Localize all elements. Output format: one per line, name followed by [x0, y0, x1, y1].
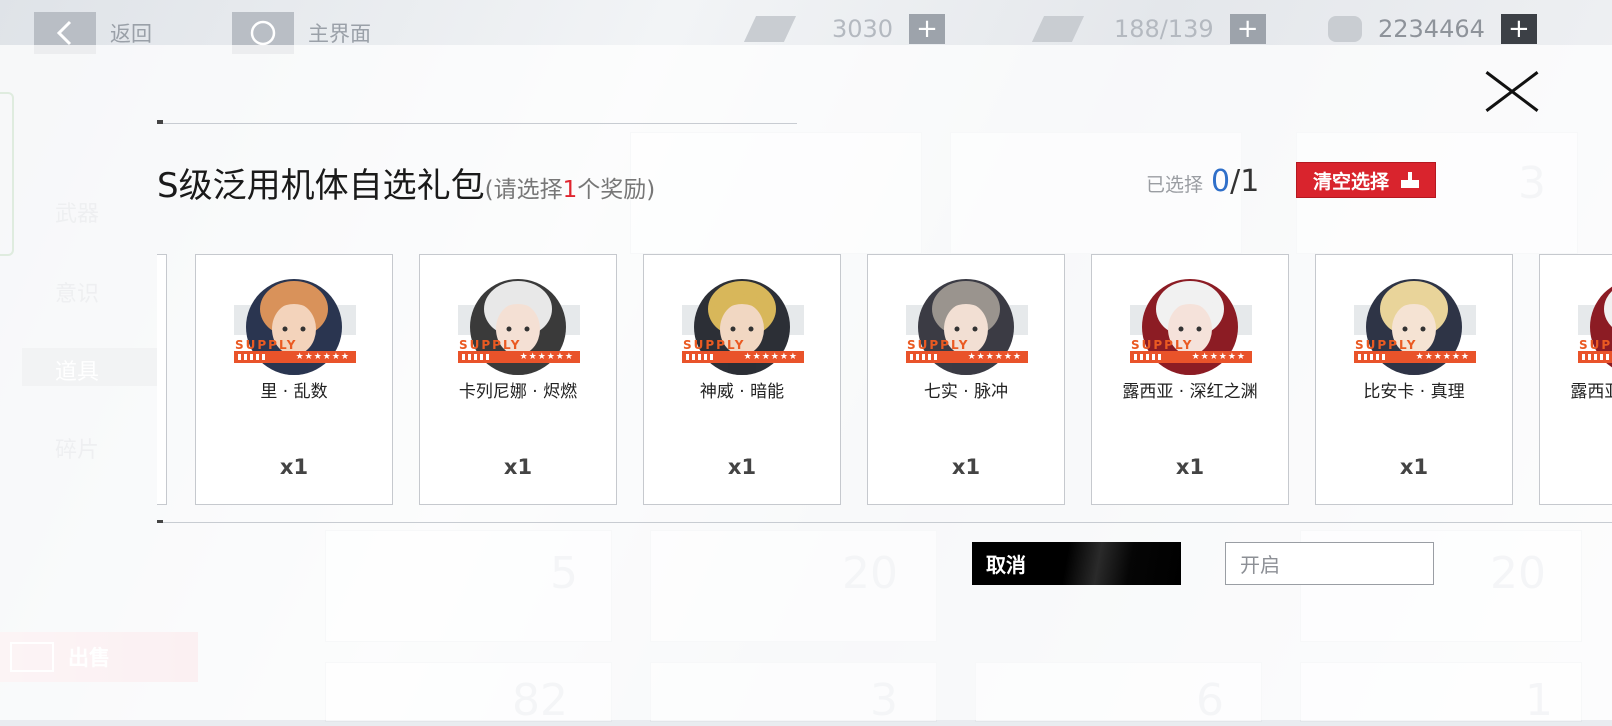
back-label: 返回	[110, 22, 152, 46]
divider-marker	[157, 520, 163, 523]
reward-card[interactable]: SUPPLY★★★★★★ 露西亚 · 深红之渊 x1	[1539, 254, 1612, 505]
rarity-stars: ★★★★★★	[906, 351, 1028, 363]
divider	[157, 123, 797, 124]
supply-label: SUPPLY	[683, 338, 746, 352]
resource-stamina: 188/139 +	[1031, 14, 1266, 44]
reward-card[interactable]: SUPPLY ★★★★★★ 比安卡 · 真理 x1	[1315, 254, 1513, 505]
resource-value: 3030	[832, 15, 894, 43]
reward-list: SUPPLY ★★★★★★ 里 · 乱数 x1 SUPPLY ★★★★★★ 卡列尼娜 · 烬…	[157, 254, 1612, 507]
supply-label: SUPPLY	[1355, 338, 1418, 352]
add-coin-button[interactable]: +	[1500, 14, 1537, 44]
selected-count: 0	[1211, 164, 1231, 199]
reward-quantity: x1	[1399, 455, 1429, 479]
dialog-subtitle: (请选择1个奖励)	[485, 177, 656, 203]
divider	[157, 522, 1612, 523]
subtitle-suffix: 个奖励)	[577, 177, 656, 203]
character-name: 神威 · 暗能	[699, 382, 785, 402]
selected-total: /1	[1230, 164, 1260, 199]
supply-label: SUPPLY	[1131, 338, 1194, 352]
close-icon[interactable]	[1482, 68, 1542, 114]
supply-label: SUPPLY	[907, 338, 970, 352]
reward-quantity: x1	[279, 455, 309, 479]
dialog-title: S级泛用机体自选礼包(请选择1个奖励)	[157, 158, 655, 207]
supply-label: SUPPLY	[1579, 338, 1612, 352]
reward-card[interactable]: SUPPLY ★★★★★★ 卡列尼娜 · 烬燃 x1	[419, 254, 617, 505]
subtitle-count: 1	[562, 177, 578, 203]
stamina-icon	[1031, 16, 1085, 42]
character-name: 比安卡 · 真理	[1363, 382, 1465, 402]
character-name: 七实 · 脉冲	[923, 382, 1009, 402]
reward-card[interactable]: SUPPLY ★★★★★★ 里 · 乱数 x1	[195, 254, 393, 505]
supply-label: SUPPLY	[459, 338, 522, 352]
character-name: 卡列尼娜 · 烬燃	[458, 382, 578, 402]
rarity-stars: ★★★★★★	[234, 351, 356, 363]
rarity-stars: ★★★★★★	[1354, 351, 1476, 363]
resource-card-ticket: 3030 +	[743, 14, 946, 44]
character-name: 里 · 乱数	[260, 382, 328, 402]
subtitle-prefix: (请选择	[484, 177, 563, 203]
home-label: 主界面	[308, 22, 371, 46]
reward-quantity: x1	[727, 455, 757, 479]
reward-quantity: x1	[503, 455, 533, 479]
rarity-stars: ★★★★★★	[1578, 351, 1612, 363]
resource-value: 188/139	[1114, 15, 1214, 43]
reward-card[interactable]: SUPPLY ★★★★★★ 神威 · 暗能 x1	[643, 254, 841, 505]
coin-icon	[1328, 16, 1362, 42]
rarity-stars: ★★★★★★	[458, 351, 580, 363]
clear-selection-button[interactable]: 清空选择	[1296, 162, 1436, 198]
reward-card[interactable]: SUPPLY★★★★★★ 露西亚 · 深红之渊 x1	[1091, 254, 1289, 505]
card-ticket-icon	[743, 16, 797, 42]
divider-marker	[157, 120, 163, 124]
supply-label: SUPPLY	[235, 338, 298, 352]
rarity-stars: ★★★★★★	[682, 351, 804, 363]
open-button[interactable]: 开启	[1225, 542, 1434, 585]
add-stamina-button[interactable]: +	[1229, 14, 1266, 44]
add-card-ticket-button[interactable]: +	[909, 14, 946, 44]
reward-card-partial[interactable]	[157, 254, 167, 505]
cancel-button[interactable]: 取消	[972, 542, 1181, 585]
broom-icon	[1401, 172, 1419, 188]
reward-card[interactable]: SUPPLY ★★★★★★ 七实 · 脉冲 x1	[867, 254, 1065, 505]
selection-counter: 已选择 0/1	[1146, 164, 1259, 199]
selected-label: 已选择	[1146, 174, 1204, 196]
rarity-stars: ★★★★★★	[1130, 351, 1252, 363]
character-name: 露西亚 · 深红之渊	[1122, 382, 1258, 402]
resource-coin: 2234464 +	[1328, 14, 1537, 44]
reward-quantity: x1	[1540, 455, 1612, 479]
character-name: 露西亚 · 深红之渊	[1570, 382, 1612, 402]
clear-selection-label: 清空选择	[1312, 170, 1389, 193]
resource-value: 2234464	[1378, 15, 1485, 43]
reward-quantity: x1	[1175, 455, 1205, 479]
pack-name: S级泛用机体自选礼包	[157, 166, 485, 206]
reward-quantity: x1	[951, 455, 981, 479]
